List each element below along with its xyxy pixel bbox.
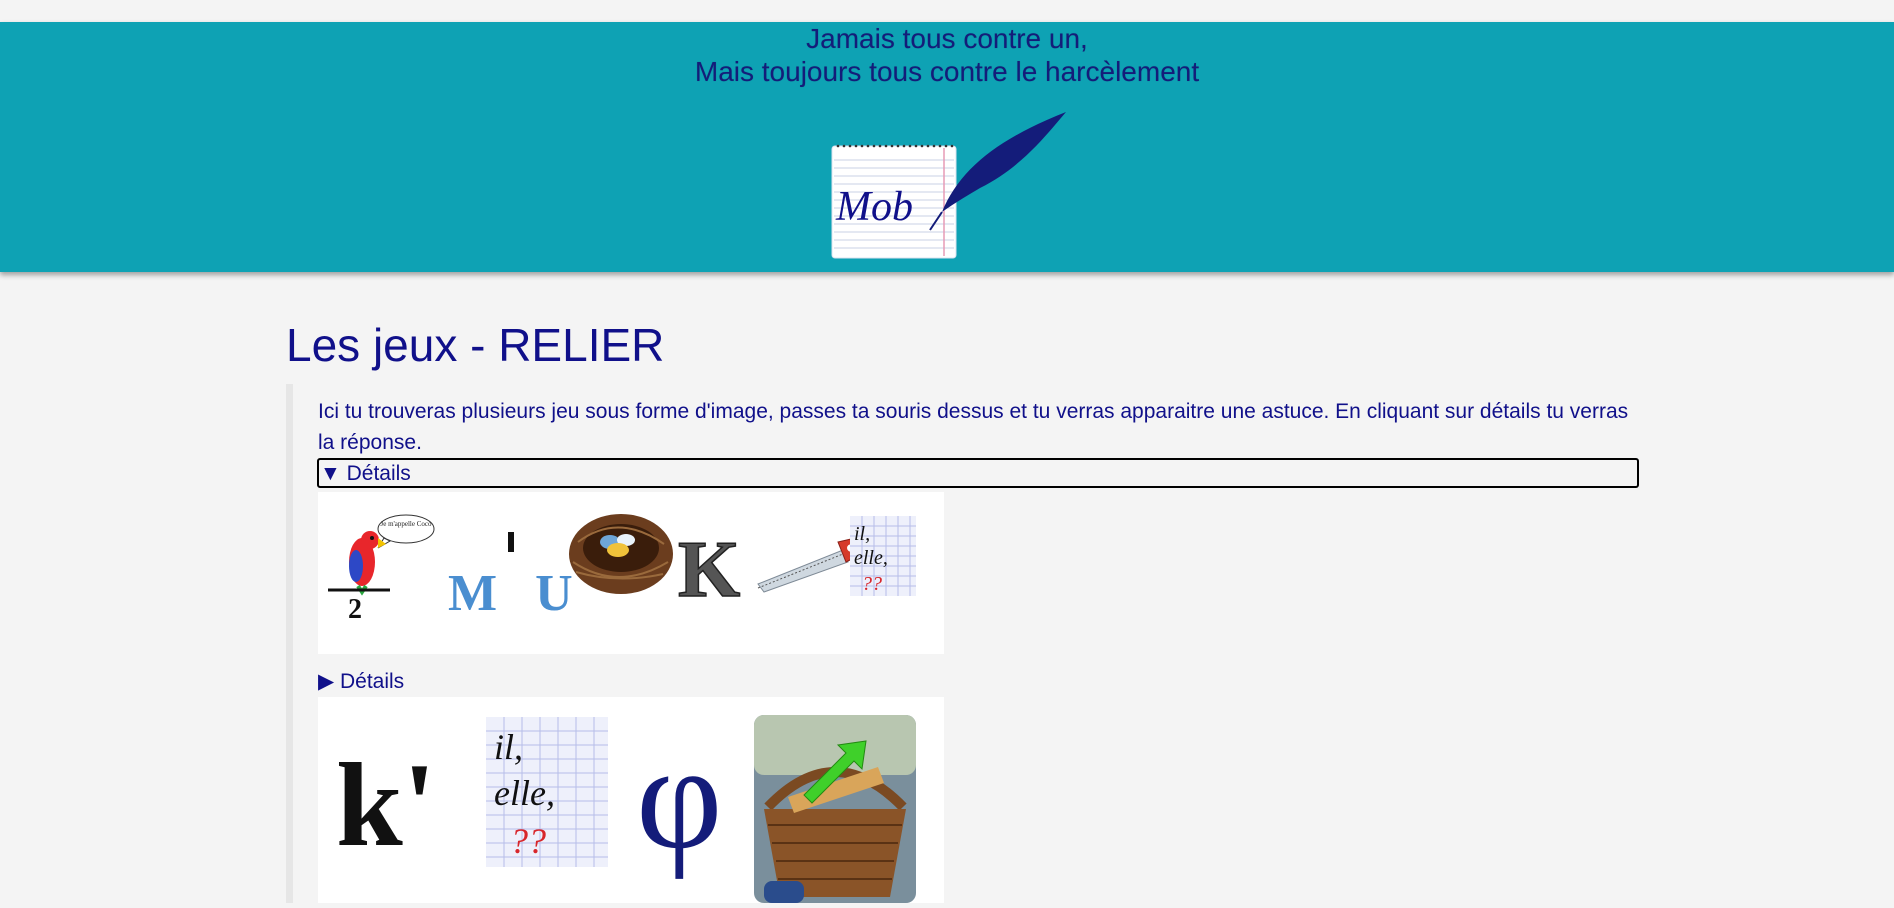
svg-text:??: ?? xyxy=(510,821,546,861)
svg-text:Je m'appelle Coco: Je m'appelle Coco xyxy=(380,520,432,528)
svg-text:elle,: elle, xyxy=(854,547,888,569)
svg-text:il,: il, xyxy=(854,523,870,545)
svg-text:k': k' xyxy=(336,738,436,871)
mob-logo[interactable]: Mob xyxy=(830,108,1070,284)
nest-icon xyxy=(569,514,673,594)
k-prime-icon: k' xyxy=(336,738,436,871)
site-header: Jamais tous contre un, Mais toujours tou… xyxy=(0,22,1894,272)
saw-icon xyxy=(757,535,867,593)
slogan: Jamais tous contre un, Mais toujours tou… xyxy=(0,22,1894,88)
il-elle-icon: il, elle, ?? xyxy=(486,717,608,867)
letter-k-icon: K xyxy=(677,525,741,615)
phi-icon: φ xyxy=(636,714,723,880)
svg-text:elle,: elle, xyxy=(494,773,555,813)
details-summary-1[interactable]: ▼ Détails xyxy=(317,458,1639,488)
svg-text:K: K xyxy=(678,526,740,614)
svg-text:φ: φ xyxy=(636,714,723,880)
svg-text:??: ?? xyxy=(862,573,882,595)
svg-text:2: 2 xyxy=(348,594,362,625)
il-elle-icon: il, elle, ?? xyxy=(850,516,916,596)
logo-text: Mob xyxy=(835,184,913,230)
riddle-image-2[interactable]: k' il, elle, ?? φ xyxy=(318,697,944,903)
svg-text:il,: il, xyxy=(494,727,523,767)
slogan-line-2: Mais toujours tous contre le harcèlement xyxy=(694,56,1200,87)
intro-text: Ici tu trouveras plusieurs jeu sous form… xyxy=(318,400,1629,454)
basket-icon xyxy=(754,715,916,903)
details-summary-2[interactable]: ▶ Détails xyxy=(317,667,437,697)
riddle-image-1[interactable]: Je m'appelle Coco 2 MU K il, elle, ?? xyxy=(318,492,944,654)
blockquote-bar xyxy=(286,384,293,903)
parrot-icon: Je m'appelle Coco 2 xyxy=(328,514,435,625)
page-title: Les jeux - RELIER xyxy=(286,319,665,371)
slogan-line-1: Jamais tous contre un, xyxy=(806,23,1088,54)
